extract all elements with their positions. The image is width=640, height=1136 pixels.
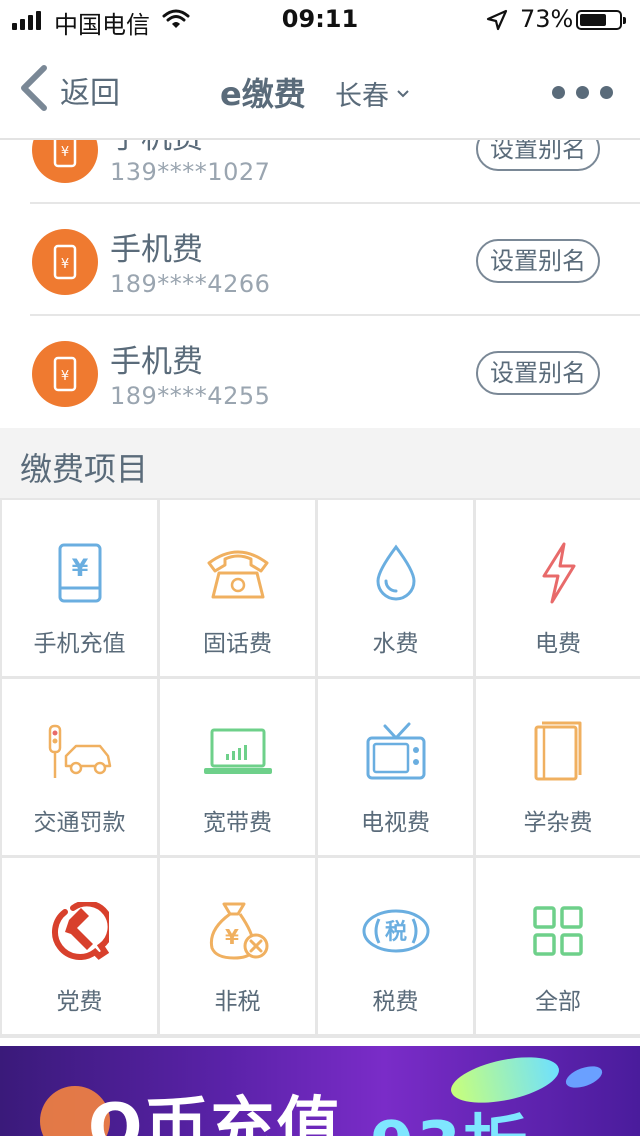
account-number: 189****4255 — [110, 382, 271, 410]
chevron-down-icon[interactable] — [396, 84, 410, 103]
payment-item-label: 电费 — [535, 631, 581, 657]
payment-item-tv[interactable]: 电视费 — [318, 679, 473, 855]
svg-text:¥: ¥ — [225, 925, 239, 949]
set-alias-button[interactable]: 设置别名 — [476, 351, 600, 395]
list-item[interactable]: ¥ 手机费 139****1027 设置别名 — [0, 140, 640, 204]
account-name: 手机费 — [110, 232, 203, 268]
payment-item-mobile-recharge[interactable]: ¥ 手机充值 — [2, 500, 157, 676]
more-options-button[interactable] — [552, 86, 613, 99]
payment-item-label: 学杂费 — [523, 810, 593, 836]
back-label: 返回 — [60, 76, 120, 111]
section-title: 缴费项目 — [20, 450, 149, 488]
chevron-left-icon — [18, 64, 50, 116]
list-item[interactable]: ¥ 手机费 189****4266 设置别名 — [0, 204, 640, 316]
landline-phone-icon — [160, 538, 315, 608]
battery-icon — [576, 10, 626, 30]
decorative-shape — [563, 1062, 605, 1092]
svg-text:税: 税 — [384, 919, 406, 945]
payment-item-label: 党费 — [56, 989, 103, 1015]
payment-item-label: 交通罚款 — [33, 810, 126, 836]
lightning-icon — [476, 538, 640, 608]
payment-item-non-tax[interactable]: ¥ 非税 — [160, 858, 315, 1034]
account-list: ¥ 手机费 139****1027 设置别名 ¥ 手机费 189****4266… — [0, 140, 640, 428]
payment-item-label: 水费 — [372, 631, 419, 657]
svg-text:¥: ¥ — [61, 145, 69, 160]
broadband-laptop-icon — [160, 717, 315, 787]
non-tax-moneybag-icon: ¥ — [160, 896, 315, 966]
traffic-fine-icon — [2, 717, 157, 787]
tuition-book-icon — [476, 717, 640, 787]
city-selector[interactable]: 长春 — [335, 74, 389, 113]
payment-item-label: 全部 — [535, 989, 581, 1015]
payment-item-label: 电视费 — [361, 810, 430, 836]
phone-yuan-icon: ¥ — [32, 229, 98, 295]
payment-item-traffic-fine[interactable]: 交通罚款 — [2, 679, 157, 855]
payment-item-label: 宽带费 — [203, 810, 272, 836]
mobile-recharge-icon: ¥ — [2, 538, 157, 608]
page-title: e缴费 — [220, 75, 306, 113]
payment-item-label: 固话费 — [203, 631, 272, 657]
account-name: 手机费 — [110, 344, 203, 380]
party-emblem-icon — [2, 896, 157, 966]
payment-item-tuition[interactable]: 学杂费 — [476, 679, 640, 855]
list-item[interactable]: ¥ 手机费 189****4255 设置别名 — [0, 316, 640, 428]
payment-item-tax[interactable]: 税 税费 — [318, 858, 473, 1034]
payment-item-broadband[interactable]: 宽带费 — [160, 679, 315, 855]
status-bar: 中国电信 09:11 73% — [0, 0, 640, 40]
navigation-bar: 返回 e缴费 长春 — [0, 40, 640, 138]
svg-text:¥: ¥ — [71, 554, 88, 582]
account-number: 189****4266 — [110, 270, 271, 298]
payment-item-water[interactable]: 水费 — [318, 500, 473, 676]
tv-icon — [318, 717, 473, 787]
phone-yuan-icon: ¥ — [32, 140, 98, 183]
account-name: 手机费 — [110, 140, 203, 157]
set-alias-button[interactable]: 设置别名 — [476, 140, 600, 171]
payment-item-electricity[interactable]: 电费 — [476, 500, 640, 676]
payment-item-label: 非税 — [214, 989, 261, 1015]
payment-item-landline[interactable]: 固话费 — [160, 500, 315, 676]
location-arrow-icon — [486, 9, 508, 35]
payment-item-party-fee[interactable]: 党费 — [2, 858, 157, 1034]
payment-grid: ¥ 手机充值 固话费 水费 电费 交通罚款 宽带费 电视费 学杂费 党费 ¥ 非… — [0, 498, 640, 1038]
promo-banner[interactable]: Q币充值 93折 — [0, 1046, 640, 1136]
payment-item-label: 手机充值 — [33, 631, 126, 657]
tax-badge-icon: 税 — [318, 896, 473, 966]
phone-yuan-icon: ¥ — [32, 341, 98, 407]
water-drop-icon — [318, 538, 473, 608]
banner-title: Q币充值 — [88, 1091, 343, 1136]
payment-item-label: 税费 — [372, 989, 419, 1015]
section-header: 缴费项目 — [0, 428, 640, 498]
svg-text:¥: ¥ — [61, 369, 69, 384]
svg-text:¥: ¥ — [61, 257, 69, 272]
account-number: 139****1027 — [110, 158, 271, 186]
payment-item-all[interactable]: 全部 — [476, 858, 640, 1034]
battery-percent: 73% — [520, 5, 574, 33]
back-button[interactable]: 返回 — [18, 64, 120, 116]
banner-discount: 93折 — [370, 1094, 529, 1136]
all-grid-icon — [476, 896, 640, 966]
set-alias-button[interactable]: 设置别名 — [476, 239, 600, 283]
